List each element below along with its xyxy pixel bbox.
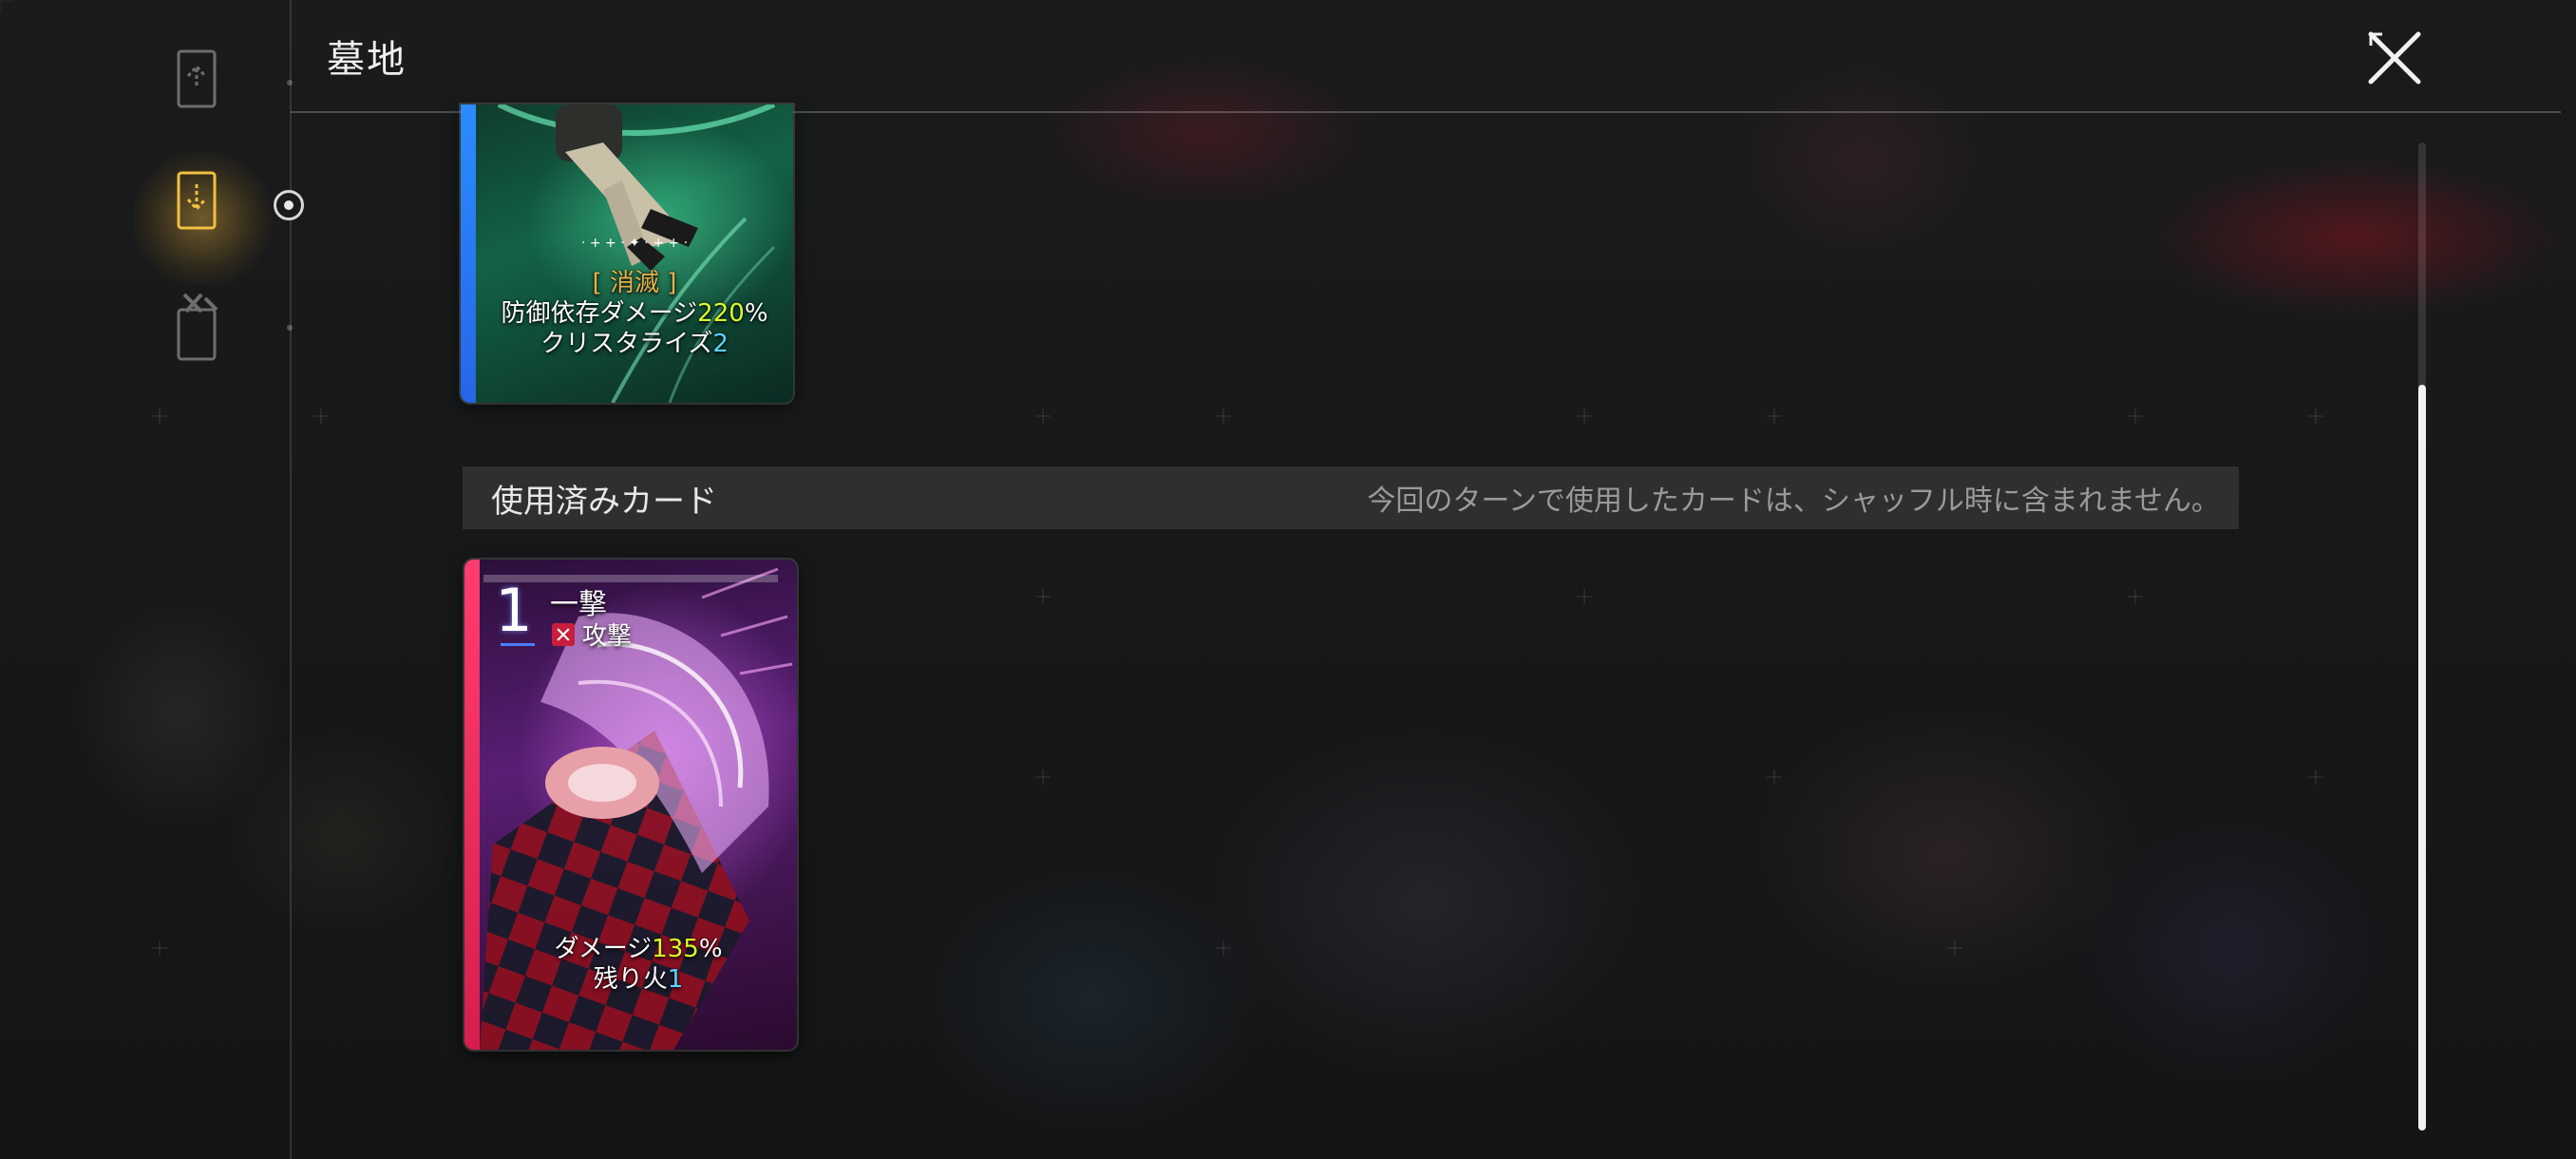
grid-mark <box>1947 940 1962 956</box>
card-graveyard[interactable]: · + + · ✦ · + + · [ 消滅 ] 防御依存ダメージ220% クリ… <box>461 104 793 403</box>
section-title: 使用済みカード <box>491 482 717 521</box>
active-indicator-knob <box>274 190 304 220</box>
effect-unit: % <box>744 299 768 328</box>
pile-sidebar <box>0 0 293 1159</box>
close-icon <box>2368 31 2421 85</box>
page-title: 墓地 <box>327 38 407 82</box>
section-description: 今回のターンで使用したカードは、シャッフル時に含まれません。 <box>1367 484 2220 518</box>
grid-mark <box>1035 589 1051 604</box>
effect-value: 1 <box>667 965 684 994</box>
effect-text: クリスタライズ <box>540 330 713 358</box>
grid-mark <box>1577 589 1592 604</box>
grid-mark <box>1035 770 1051 785</box>
grid-mark <box>2308 408 2323 424</box>
keyword-tag-text: [ 消滅 ] <box>592 269 677 297</box>
grid-mark <box>1767 408 1782 424</box>
card-effect-line: 防御依存ダメージ220% <box>476 298 793 329</box>
grid-mark <box>2128 408 2143 424</box>
deck-up-icon[interactable] <box>175 48 228 120</box>
effect-text: 防御依存ダメージ <box>501 299 698 328</box>
card-effect-line: ダメージ135% <box>480 934 797 964</box>
used-cards-section-header: 使用済みカード 今回のターンで使用したカードは、シャッフル時に含まれません。 <box>463 466 2239 529</box>
card-rarity-stripe <box>461 104 476 403</box>
scrollbar-thumb[interactable] <box>2418 385 2426 1130</box>
card-type: 攻撃 <box>552 617 632 652</box>
close-button[interactable] <box>2365 28 2424 87</box>
grid-mark <box>2308 770 2323 785</box>
card-effect-line: 残り火1 <box>480 964 797 995</box>
grid-mark <box>1035 408 1051 424</box>
grid-mark <box>1216 940 1231 956</box>
card-used[interactable]: 1 一撃 攻撃 ダメージ135% 残り火1 <box>464 560 797 1050</box>
svg-text:· + + · ✦ · + + ·: · + + · ✦ · + + · <box>581 236 688 251</box>
effect-value: 135 <box>652 935 699 963</box>
card-type-label: 攻撃 <box>582 622 633 651</box>
sidebar-divider <box>290 0 292 1159</box>
effect-value: 2 <box>712 330 729 358</box>
grid-mark <box>1216 408 1231 424</box>
effect-text: ダメージ <box>554 935 653 963</box>
deck-down-icon[interactable] <box>175 169 228 241</box>
effect-unit: % <box>698 935 723 963</box>
effect-text: 残り火 <box>593 965 668 994</box>
card-cost: 1 <box>495 576 533 645</box>
card-tools-icon[interactable] <box>175 291 228 363</box>
card-rarity-stripe <box>464 560 480 1050</box>
card-keyword-tag: [ 消滅 ] <box>476 268 793 298</box>
attack-type-icon <box>552 622 575 646</box>
effect-value: 220 <box>697 299 745 328</box>
grid-mark <box>313 408 329 424</box>
grid-mark <box>1767 770 1782 785</box>
graveyard-screen: 墓地 · + + · ✦ · + + · [ 消滅 ] 防御依存ダメージ220% <box>0 0 2576 1159</box>
card-effect-line: クリスタライズ2 <box>476 329 793 359</box>
card-cost-underline <box>501 643 535 646</box>
grid-mark <box>1577 408 1592 424</box>
grid-mark <box>2128 589 2143 604</box>
